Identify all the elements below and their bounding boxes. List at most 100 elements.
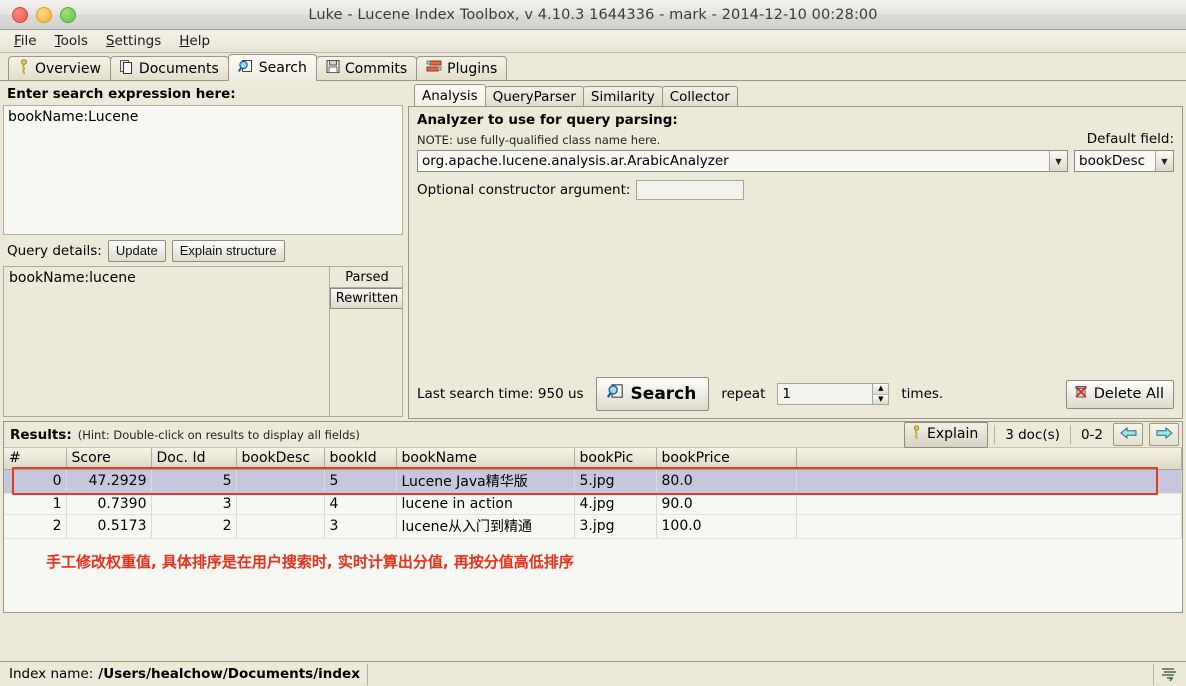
cell-bookdesc	[236, 469, 325, 494]
search-panel: Enter search expression here: bookName:L…	[0, 81, 1186, 419]
analyzer-value: org.apache.lucene.analysis.ar.ArabicAnal…	[422, 153, 729, 169]
cell-bookdesc	[236, 493, 325, 515]
person-icon-explain	[911, 424, 922, 444]
doc-count: 3 doc(s)	[1005, 426, 1060, 443]
parsed-tab[interactable]: Parsed	[330, 267, 402, 288]
results-toolbar: Results: (Hint: Double-click on results …	[4, 421, 1182, 448]
annotation-text: 手工修改权重值, 具体排序是在用户搜索时, 实时计算出分值, 再按分值高低排序	[46, 553, 574, 571]
subtab-collector[interactable]: Collector	[661, 86, 738, 106]
results-label: Results:	[10, 426, 72, 443]
explain-structure-button[interactable]: Explain structure	[171, 240, 285, 262]
tab-plugins[interactable]: Plugins	[416, 56, 508, 80]
default-field-combobox[interactable]: bookDesc ▼	[1074, 150, 1174, 172]
cell-score: 0.7390	[66, 493, 152, 515]
table-row[interactable]: 0 47.2929 5 5 Lucene Java精华版 5.jpg 80.0	[4, 469, 1182, 494]
table-row[interactable]: 2 0.5173 2 3 lucene从入门到精通 3.jpg 100.0	[4, 514, 1182, 539]
status-bar: Index name: /Users/healchow/Documents/in…	[0, 661, 1186, 686]
cell-bookdesc	[236, 514, 325, 539]
maximize-button[interactable]	[60, 6, 76, 23]
minimize-button[interactable]	[36, 6, 52, 23]
table-header-row: # Score Doc. Id bookDesc bookId bookName…	[4, 448, 1182, 470]
resize-grip-icon[interactable]	[1154, 666, 1184, 682]
luke-application-window: Luke - Lucene Index Toolbox, v 4.10.3 16…	[0, 0, 1186, 686]
cell-docid: 2	[151, 514, 237, 539]
analyzer-combobox[interactable]: org.apache.lucene.analysis.ar.ArabicAnal…	[417, 150, 1068, 172]
cell-score: 0.5173	[66, 514, 152, 539]
previous-page-button[interactable]	[1113, 423, 1143, 446]
chevron-down-icon-default-field[interactable]: ▼	[1155, 151, 1173, 171]
optional-arg-input[interactable]	[636, 180, 745, 200]
cell-bookname: lucene in action	[396, 493, 575, 515]
menu-file[interactable]: File	[6, 31, 45, 52]
chevron-down-icon[interactable]: ▼	[1049, 151, 1067, 171]
tab-search-label: Search	[258, 60, 307, 76]
default-field-label: Default field:	[1086, 131, 1174, 147]
status-spacer	[368, 663, 1154, 685]
cell-bookprice: 90.0	[656, 493, 797, 515]
cell-docid: 5	[151, 469, 237, 494]
results-hint: (Hint: Double-click on results to displa…	[77, 427, 360, 442]
tab-commits-label: Commits	[344, 60, 408, 77]
search-expression-input[interactable]: bookName:Lucene	[3, 105, 403, 235]
tab-documents[interactable]: Documents	[109, 56, 229, 80]
table-row[interactable]: 1 0.7390 3 4 lucene in action 4.jpg 90.0	[4, 493, 1182, 515]
column-header-filler	[796, 448, 1182, 470]
cell-bookname: Lucene Java精华版	[396, 469, 575, 494]
cell-bookname: lucene从入门到精通	[396, 514, 575, 539]
column-header-num[interactable]: #	[4, 448, 67, 470]
subtab-similarity[interactable]: Similarity	[582, 86, 663, 106]
query-details-label: Query details:	[7, 243, 102, 259]
column-header-docid[interactable]: Doc. Id	[151, 448, 237, 470]
search-action-bar: Last search time: 950 us Search repeat 1…	[417, 377, 1174, 413]
close-button[interactable]	[12, 6, 28, 23]
column-header-bookname[interactable]: bookName	[396, 448, 575, 470]
subtab-queryparser[interactable]: QueryParser	[484, 86, 584, 106]
analysis-pane: Analysis QueryParser Similarity Collecto…	[408, 84, 1183, 419]
cell-bookpic: 5.jpg	[574, 469, 657, 494]
spinner-down-icon[interactable]: ▼	[873, 393, 889, 404]
tab-overview[interactable]: Overview	[8, 56, 111, 80]
parsed-query-text: bookName:lucene	[9, 270, 136, 286]
column-header-bookdesc[interactable]: bookDesc	[236, 448, 325, 470]
menu-help-rest: elp	[189, 32, 211, 49]
menu-help[interactable]: Help	[171, 31, 218, 52]
menu-tools[interactable]: Tools	[47, 31, 96, 52]
column-header-bookid[interactable]: bookId	[324, 448, 397, 470]
window-title: Luke - Lucene Index Toolbox, v 4.10.3 16…	[308, 6, 878, 23]
delete-all-button[interactable]: Delete All	[1065, 379, 1174, 409]
column-header-score[interactable]: Score	[66, 448, 152, 470]
query-details-box: bookName:lucene Parsed Rewritten	[3, 266, 403, 417]
spinner-up-icon[interactable]: ▲	[873, 384, 889, 394]
menu-settings-rest: ettings	[114, 32, 162, 49]
title-bar: Luke - Lucene Index Toolbox, v 4.10.3 16…	[0, 0, 1186, 30]
cell-bookpic: 3.jpg	[574, 514, 657, 539]
repeat-spinner[interactable]: 1 ▲ ▼	[777, 383, 890, 405]
column-header-bookprice[interactable]: bookPrice	[656, 448, 797, 470]
repeat-label: repeat	[721, 386, 766, 402]
menu-help-mnemonic: H	[179, 32, 190, 49]
tab-plugins-label: Plugins	[447, 60, 498, 77]
toolbar-separator-2	[1069, 425, 1071, 444]
explain-button[interactable]: Explain	[903, 421, 989, 448]
documents-icon	[119, 59, 134, 79]
analyzer-note: NOTE: use fully-qualified class name her…	[417, 133, 661, 147]
repeat-value[interactable]: 1	[778, 384, 872, 404]
subtab-analysis[interactable]: Analysis	[414, 84, 486, 106]
optional-arg-label: Optional constructor argument:	[417, 182, 631, 198]
next-page-button[interactable]	[1149, 423, 1179, 446]
tab-commits[interactable]: Commits	[315, 56, 418, 80]
menu-file-mnemonic: F	[14, 32, 21, 49]
index-name-label: Index name:	[9, 666, 94, 682]
analyzer-note-row: NOTE: use fully-qualified class name her…	[417, 131, 1174, 147]
column-header-bookpic[interactable]: bookPic	[574, 448, 657, 470]
tab-documents-label: Documents	[138, 60, 219, 77]
update-button[interactable]: Update	[107, 240, 166, 262]
spinner-buttons: ▲ ▼	[872, 384, 889, 404]
rewritten-tab[interactable]: Rewritten	[330, 288, 402, 309]
cell-docid: 3	[151, 493, 237, 515]
search-button[interactable]: Search	[595, 377, 710, 411]
search-magnifier-icon-button	[606, 382, 625, 405]
tab-search[interactable]: Search	[227, 54, 317, 81]
cell-filler	[796, 493, 1182, 515]
menu-settings[interactable]: Settings	[98, 31, 169, 52]
